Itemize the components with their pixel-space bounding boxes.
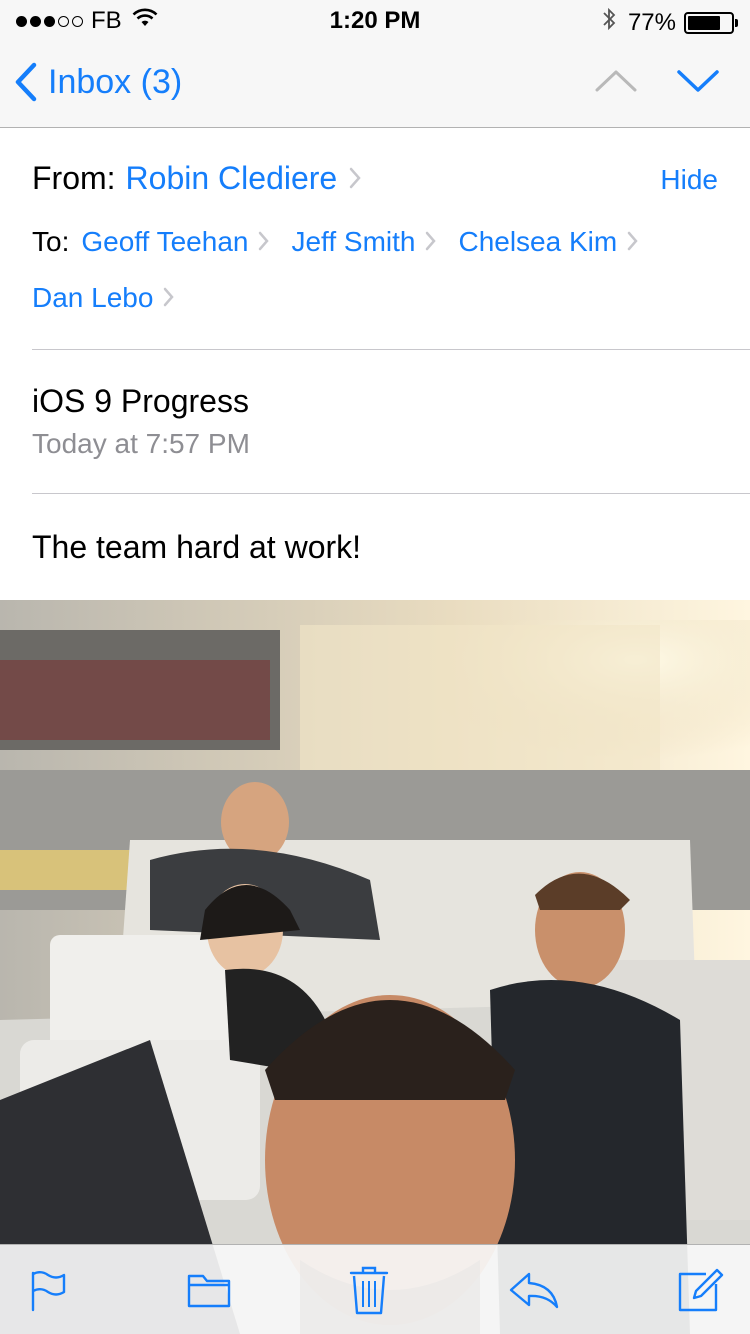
battery-percent: 77% <box>627 8 676 36</box>
move-to-folder-button[interactable] <box>186 1270 232 1310</box>
message-date: Today at 7:57 PM <box>32 428 250 459</box>
hide-details-button[interactable]: Hide <box>660 164 718 196</box>
reply-button[interactable] <box>507 1270 559 1310</box>
status-right: 77% <box>602 7 738 38</box>
battery-level <box>688 15 721 30</box>
divider <box>32 349 750 350</box>
previous-message-button[interactable] <box>594 66 638 101</box>
divider <box>32 493 750 494</box>
photo-attachment[interactable] <box>0 600 750 1334</box>
message-subject: iOS 9 Progress <box>32 383 249 419</box>
trash-button[interactable] <box>349 1264 389 1316</box>
status-bar: FB 1:20 PM 77% <box>0 0 750 40</box>
message-navigation <box>594 66 720 101</box>
bottom-toolbar <box>0 1244 750 1334</box>
compose-icon <box>678 1268 724 1311</box>
to-row: To: Geoff Teehan Jeff Smith Chelsea Kim … <box>32 226 732 314</box>
chevron-right-icon <box>425 226 437 258</box>
recipient-name: Geoff Teehan <box>81 226 249 257</box>
flag-button[interactable] <box>28 1268 68 1312</box>
recipient-name: Dan Lebo <box>32 282 154 313</box>
recipient-name: Chelsea Kim <box>458 226 618 257</box>
recipient[interactable]: Geoff Teehan <box>81 226 270 258</box>
recipient[interactable]: Chelsea Kim <box>458 226 638 258</box>
recipient[interactable]: Dan Lebo <box>32 282 175 314</box>
back-button[interactable]: Inbox (3) <box>14 62 182 102</box>
message-body: The team hard at work! <box>32 529 362 565</box>
chevron-up-icon <box>595 70 637 92</box>
chevron-down-icon <box>677 70 719 92</box>
chevron-right-icon <box>163 282 175 314</box>
back-label: Inbox (3) <box>48 62 183 101</box>
recipient-name: Jeff Smith <box>291 226 416 257</box>
bluetooth-icon <box>602 7 616 38</box>
chevron-right-icon <box>627 226 638 258</box>
chevron-right-icon <box>349 160 361 197</box>
sender-name[interactable]: Robin Clediere <box>126 160 338 197</box>
recipient[interactable]: Jeff Smith <box>291 226 437 258</box>
trash-icon <box>349 1266 389 1314</box>
to-label: To: <box>32 226 70 257</box>
from-label: From: <box>32 160 116 196</box>
reply-icon <box>509 1272 558 1308</box>
chevron-left-icon <box>15 62 37 102</box>
compose-button[interactable] <box>676 1266 724 1314</box>
folder-icon <box>187 1274 230 1307</box>
next-message-button[interactable] <box>676 66 720 101</box>
navigation-bar: Inbox (3) <box>0 40 750 128</box>
chevron-right-icon <box>258 226 270 258</box>
selfie-photo <box>0 600 750 1334</box>
flag-icon <box>31 1270 66 1311</box>
from-row: From: Robin Clediere <box>32 160 361 197</box>
battery-icon <box>684 11 738 34</box>
